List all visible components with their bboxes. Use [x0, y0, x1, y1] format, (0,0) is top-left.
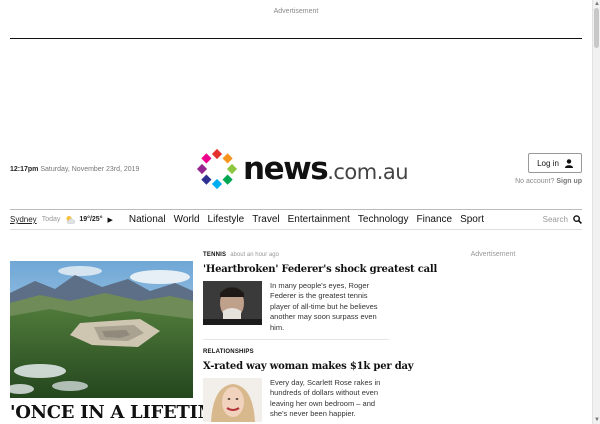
current-time: 12:17pm [10, 166, 39, 173]
logo-dot [226, 163, 238, 175]
logo-wordmark: news [243, 151, 329, 187]
story-meta: RELATIONSHIPS [203, 349, 389, 355]
weather-temperature: 19°/25° [79, 216, 103, 223]
scrollbar[interactable]: ▲ ▼ [592, 0, 600, 424]
story-category[interactable]: RELATIONSHIPS [203, 349, 254, 355]
no-account-text: No account? [515, 178, 555, 185]
logo-domain: .com.au [327, 160, 409, 184]
story-summary: In many people's eyes, Roger Federer is … [270, 281, 378, 332]
story-thumbnail[interactable] [203, 378, 262, 422]
sign-up-link[interactable]: Sign up [556, 178, 582, 185]
current-date: Saturday, November 23rd, 2019 [40, 166, 140, 173]
story-summary: Every day, Scarlett Rose rakes in hundre… [270, 378, 381, 419]
story-body: Every day, Scarlett Rose rakes in hundre… [203, 378, 389, 422]
nav-item-entertainment[interactable]: Entertainment [288, 214, 350, 225]
ad-divider [10, 38, 582, 39]
logo-dot [201, 153, 212, 164]
nav-item-world[interactable]: World [174, 214, 200, 225]
nav-item-technology[interactable]: Technology [358, 214, 409, 225]
nav-item-finance[interactable]: Finance [417, 214, 453, 225]
logo-dot [211, 148, 223, 160]
logo-dot [222, 153, 233, 164]
landscape-photo [10, 261, 193, 398]
story-card[interactable]: TENNIS about an hour ago 'Heartbroken' Fe… [203, 252, 437, 333]
weather-city-link[interactable]: Sydney [10, 215, 37, 224]
main-navigation: Sydney Today 19°/25° ▶ National World Li… [10, 209, 582, 230]
login-label: Log in [537, 158, 559, 168]
scroll-up-arrow-icon[interactable]: ▲ [593, 0, 600, 8]
header-datetime: 12:17pm Saturday, November 23rd, 2019 [10, 166, 139, 173]
partly-cloudy-icon [66, 215, 76, 224]
story-body: In many people's eyes, Roger Federer is … [203, 281, 389, 333]
user-icon [564, 158, 573, 168]
story-headline[interactable]: X-rated way woman makes $1k per day [203, 361, 414, 372]
advertisement-label: Advertisement [470, 251, 516, 258]
nav-item-travel[interactable]: Travel [252, 214, 279, 225]
nav-item-sport[interactable]: Sport [460, 214, 484, 225]
portrait-photo [203, 281, 262, 325]
scroll-down-arrow-icon[interactable]: ▼ [593, 416, 600, 424]
weather-today-label: Today [41, 216, 61, 223]
logo-dot [211, 178, 223, 190]
logo-dots-icon [196, 148, 238, 190]
search-icon [573, 215, 582, 224]
search-button[interactable]: Search [543, 215, 582, 224]
story-headline[interactable]: 'Heartbroken' Federer's shock greatest c… [203, 264, 437, 275]
nav-item-lifestyle[interactable]: Lifestyle [208, 214, 245, 225]
story-card[interactable]: RELATIONSHIPS X-rated way woman makes $1… [203, 349, 414, 422]
portrait-photo [203, 378, 262, 422]
story-divider [203, 339, 389, 340]
hero-image[interactable] [10, 261, 193, 398]
logo-dot [222, 174, 233, 185]
scrollbar-thumb[interactable] [594, 8, 599, 48]
logo-dot [196, 163, 208, 175]
search-label: Search [542, 215, 568, 224]
login-button[interactable]: Log in [528, 153, 582, 173]
story-thumbnail[interactable] [203, 281, 262, 325]
chevron-right-icon[interactable]: ▶ [108, 216, 113, 224]
account-prompt: No account? Sign up [515, 178, 582, 185]
story-time-ago: about an hour ago [230, 252, 279, 258]
logo-dot [201, 174, 212, 185]
story-category[interactable]: TENNIS [203, 252, 226, 258]
advertisement-label: Advertisement [273, 8, 319, 15]
site-logo[interactable]: news.com.au [195, 147, 409, 191]
nav-item-national[interactable]: National [129, 214, 166, 225]
nav-links: National World Lifestyle Travel Entertai… [129, 214, 484, 225]
story-meta: TENNIS about an hour ago [203, 252, 389, 258]
